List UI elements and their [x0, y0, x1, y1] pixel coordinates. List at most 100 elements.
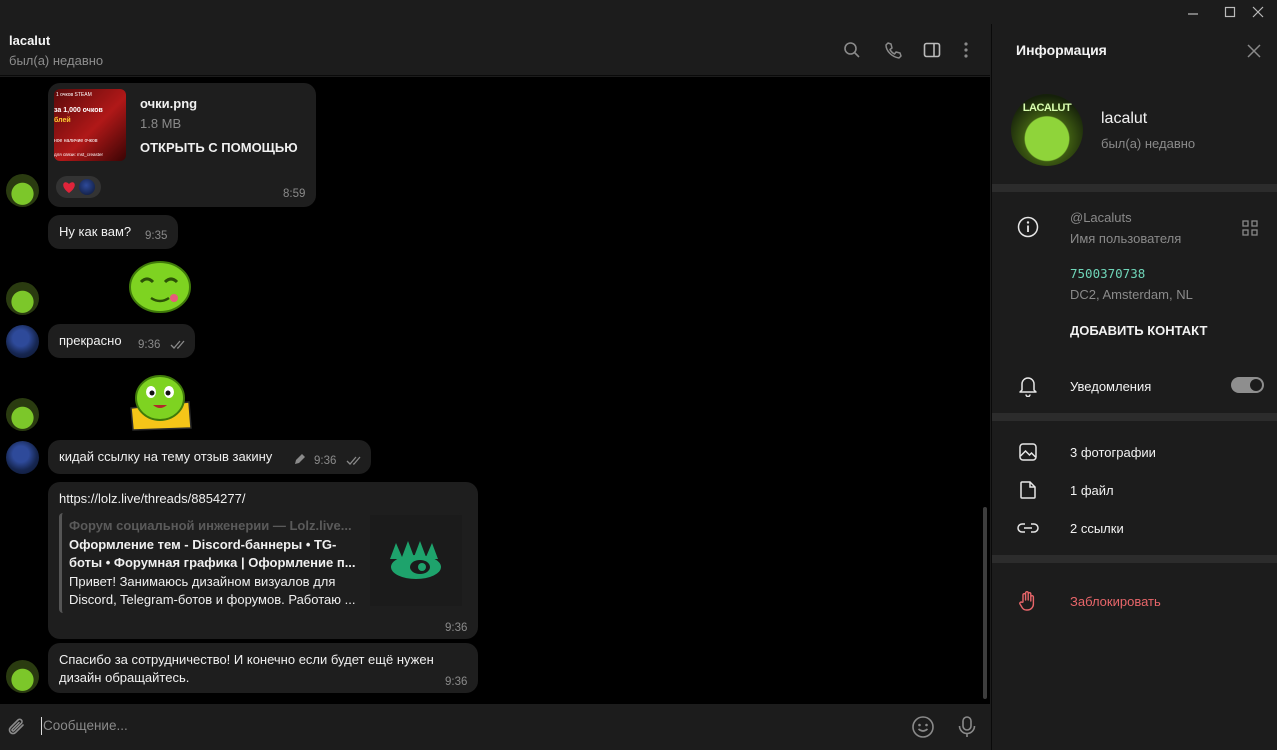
peer-avatar[interactable]	[6, 174, 39, 207]
minimize-button[interactable]	[1174, 0, 1212, 24]
add-contact-button[interactable]: ДОБАВИТЬ КОНТАКТ	[1070, 323, 1207, 338]
close-icon	[1252, 6, 1264, 18]
block-user-button[interactable]: Заблокировать	[1070, 594, 1161, 609]
search-button[interactable]	[840, 38, 864, 62]
message-input[interactable]: Сообщение...	[43, 718, 128, 733]
sticker[interactable]	[127, 254, 193, 316]
phone-number[interactable]: 7500370738	[1070, 266, 1145, 281]
close-icon	[1247, 44, 1261, 58]
file-message[interactable]: 1 очков STEAM за 1,000 очков блей ное на…	[48, 83, 316, 207]
toggle-sidebar-button[interactable]	[920, 38, 944, 62]
message-time: 9:36	[138, 339, 161, 351]
thumb-line: ное наличие очков	[54, 138, 98, 144]
preview-description: Привет! Занимаюсь дизайном визуалов для	[69, 574, 336, 589]
message-list[interactable]: 1 очков STEAM за 1,000 очков блей ное на…	[0, 77, 990, 704]
shared-links-link[interactable]: 2 ссылки	[1070, 521, 1124, 536]
preview-title: Оформление тем - Discord-баннеры • TG-	[69, 537, 337, 552]
maximize-icon	[1224, 6, 1236, 18]
message-link-url[interactable]: https://lolz.live/threads/8854277/	[59, 491, 245, 506]
profile-name: lacalut	[1101, 110, 1148, 127]
attach-button[interactable]	[6, 716, 28, 738]
message-scrollbar[interactable]	[983, 507, 987, 699]
thumb-top: 1 очков STEAM	[56, 92, 92, 98]
profile-avatar[interactable]: LACALUT	[1011, 94, 1083, 166]
message-time: 9:35	[145, 230, 168, 242]
preview-image[interactable]	[370, 515, 462, 606]
shared-files-link[interactable]: 1 файл	[1070, 483, 1114, 498]
message-bubble[interactable]: Ну как вам? 9:35	[48, 215, 178, 249]
peer-avatar[interactable]	[6, 282, 39, 315]
reactor-avatar	[79, 179, 95, 195]
link-message[interactable]: https://lolz.live/threads/8854277/ Форум…	[48, 482, 478, 639]
window-titlebar	[0, 0, 1277, 24]
photo-icon	[1016, 440, 1040, 464]
message-text: дизайн обращайтесь.	[59, 670, 190, 685]
paperclip-icon	[8, 718, 24, 735]
sticker[interactable]	[127, 372, 193, 432]
emoji-button[interactable]	[911, 715, 935, 739]
minimize-icon	[1188, 13, 1198, 15]
phone-icon	[885, 42, 902, 59]
thumb-line: для связи: mst_creaster	[54, 152, 104, 157]
datacenter-location: DC2, Amsterdam, NL	[1070, 287, 1193, 302]
avatar-text: LACALUT	[1022, 102, 1072, 114]
username-label: Имя пользователя	[1070, 231, 1182, 246]
thumb-line: блей	[54, 117, 71, 124]
text-caret	[41, 717, 42, 735]
more-menu-button[interactable]	[954, 38, 978, 62]
message-time: 9:36	[445, 676, 468, 688]
message-time: 8:59	[283, 188, 306, 200]
qr-code-button[interactable]	[1242, 220, 1258, 236]
info-title: Информация	[1016, 42, 1107, 58]
preview-title: боты • Форумная графика | Оформление п..…	[69, 555, 356, 570]
composer: Сообщение...	[0, 704, 990, 750]
message-bubble[interactable]: Спасибо за сотрудничество! И конечно есл…	[48, 643, 478, 693]
peer-avatar[interactable]	[6, 398, 39, 431]
read-checks-icon	[346, 456, 361, 465]
message-text: прекрасно	[59, 333, 122, 348]
preview-site: Форум социальной инженерии — Lolz.live..…	[69, 518, 352, 533]
microphone-icon	[958, 716, 976, 737]
section-separator	[992, 555, 1277, 563]
message-bubble[interactable]: прекрасно 9:36	[48, 324, 195, 358]
file-thumbnail[interactable]: 1 очков STEAM за 1,000 очков блей ное на…	[54, 89, 126, 161]
message-time: 9:36	[314, 455, 337, 467]
peer-name[interactable]: lacalut	[9, 33, 50, 48]
file-size: 1.8 MB	[140, 116, 182, 131]
section-separator	[992, 413, 1277, 421]
green-creature-box-sticker-icon	[130, 375, 192, 431]
close-info-button[interactable]	[1246, 43, 1262, 59]
peer-avatar[interactable]	[6, 660, 39, 693]
open-with-button[interactable]: ОТКРЫТЬ С ПОМОЩЬЮ	[140, 140, 298, 155]
my-avatar[interactable]	[6, 441, 39, 474]
hand-stop-icon	[1016, 589, 1040, 613]
username[interactable]: @Lacaluts	[1070, 210, 1132, 225]
lolz-logo-icon	[390, 540, 441, 579]
section-separator	[992, 184, 1277, 192]
thumb-line: за 1,000 очков	[54, 107, 103, 114]
smiley-icon	[912, 716, 934, 738]
file-name: очки.png	[140, 96, 198, 111]
shared-photos-link[interactable]: 3 фотографии	[1070, 445, 1156, 460]
sidebar-icon	[923, 42, 941, 58]
preview-description: Discord, Telegram-ботов и форумов. Работ…	[69, 592, 356, 607]
my-avatar[interactable]	[6, 325, 39, 358]
heart-icon	[63, 181, 75, 193]
message-bubble[interactable]: кидай ссылку на тему отзыв закину 9:36	[48, 440, 371, 474]
profile-status: был(а) недавно	[1101, 136, 1196, 151]
reaction-badge[interactable]	[56, 176, 101, 198]
chat-header: lacalut был(а) недавно	[0, 24, 990, 76]
notifications-label: Уведомления	[1070, 379, 1152, 394]
call-button[interactable]	[881, 38, 905, 62]
peer-status: был(а) недавно	[9, 53, 104, 68]
notifications-toggle[interactable]	[1231, 377, 1264, 393]
close-window-button[interactable]	[1239, 0, 1277, 24]
search-icon	[844, 42, 860, 58]
voice-button[interactable]	[956, 715, 978, 739]
info-panel: Информация LACALUT lacalut был(а) недавн…	[991, 24, 1277, 750]
message-time: 9:36	[445, 622, 468, 634]
file-icon	[1016, 478, 1040, 502]
link-preview[interactable]: Форум социальной инженерии — Lolz.live..…	[59, 513, 462, 613]
message-text: Ну как вам?	[59, 224, 132, 239]
pencil-icon	[295, 454, 305, 464]
